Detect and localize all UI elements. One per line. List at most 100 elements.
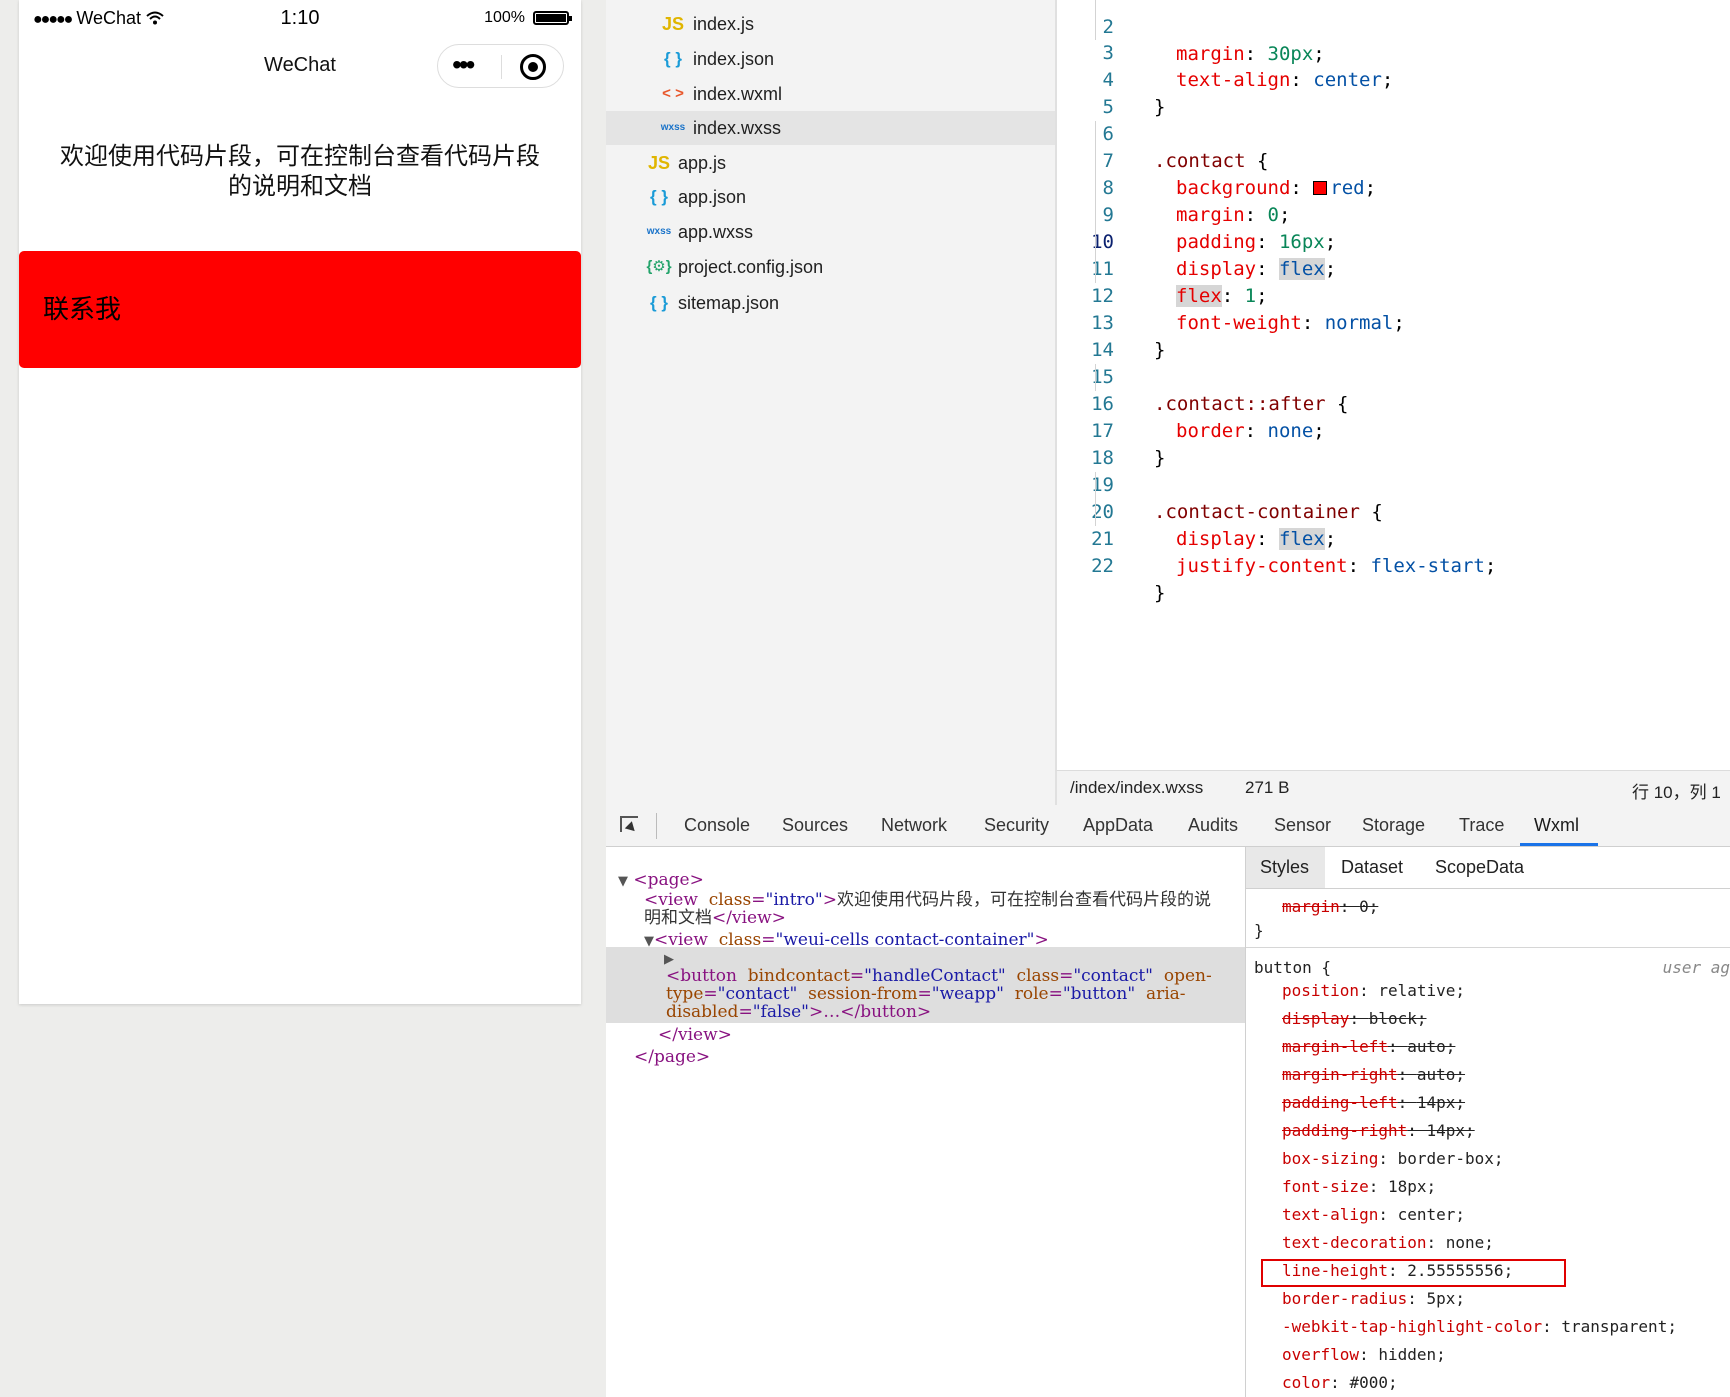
file-name: app.wxss bbox=[678, 222, 754, 242]
attr-name: aria- bbox=[1145, 984, 1186, 1004]
style-prop-struck[interactable]: margin-left: auto; bbox=[1282, 1037, 1455, 1057]
line-number: 22 bbox=[1091, 555, 1114, 577]
wxml-node-button[interactable]: <button bindcontact="handleContact" clas… bbox=[666, 967, 1212, 985]
styles-pane: Styles Dataset ScopeData margin: 0; } bu… bbox=[1245, 847, 1730, 1397]
code-line: 12 font-weight: normal; bbox=[1057, 256, 1730, 334]
attr-name: open- bbox=[1163, 966, 1212, 986]
target-icon[interactable] bbox=[520, 54, 546, 80]
rule-source: user ag bbox=[1662, 958, 1730, 977]
file-item-selected[interactable]: wxss index.wxss bbox=[606, 111, 1055, 145]
tab-console[interactable]: Console bbox=[684, 815, 750, 836]
tab-wxml[interactable]: Wxml bbox=[1534, 815, 1579, 836]
file-name: index.js bbox=[693, 14, 755, 34]
file-item[interactable]: { } app.json bbox=[606, 180, 1055, 214]
style-prop[interactable]: box-sizing: border-box; bbox=[1282, 1149, 1504, 1169]
inspect-element-icon[interactable] bbox=[620, 816, 638, 832]
file-item[interactable]: {⚙} project.config.json bbox=[606, 250, 1055, 284]
style-prop[interactable]: position: relative; bbox=[1282, 981, 1465, 1001]
style-prop[interactable]: overflow: hidden; bbox=[1282, 1345, 1446, 1365]
wxml-node-view-close: </view> bbox=[658, 1026, 732, 1044]
wxml-node-button-cont: disabled="false">…</button> bbox=[666, 1002, 932, 1022]
config-file-icon: {⚙} bbox=[646, 258, 672, 275]
wxml-node-container[interactable]: ▼<view class="weui-cells contact-contain… bbox=[644, 931, 1049, 951]
file-item[interactable]: JS app.js bbox=[606, 146, 1055, 180]
attr-name: session-from bbox=[808, 984, 918, 1004]
phone-simulator: ●●●●● WeChat 1:10 100% WeChat ••• 欢迎使用代码… bbox=[19, 0, 581, 1004]
style-prop[interactable]: text-align: center; bbox=[1282, 1205, 1465, 1225]
tab-audits[interactable]: Audits bbox=[1188, 815, 1238, 836]
indent-guide bbox=[1095, 121, 1096, 283]
contact-button[interactable]: 联系我 bbox=[19, 251, 581, 368]
wxml-node-button-cont: type="contact" session-from="weapp" role… bbox=[666, 984, 1186, 1004]
style-prop-struck[interactable]: padding-left: 14px; bbox=[1282, 1093, 1465, 1113]
style-prop[interactable]: -webkit-tap-highlight-color: transparent… bbox=[1282, 1317, 1677, 1337]
tag-text: </page> bbox=[634, 1047, 711, 1067]
file-name: index.json bbox=[693, 49, 775, 69]
subtab-dataset[interactable]: Dataset bbox=[1341, 857, 1403, 878]
file-tree: JS index.js { } index.json < > index.wxm… bbox=[606, 0, 1055, 805]
attr-value: "handleContact" bbox=[864, 966, 1006, 986]
attr-name: class bbox=[708, 890, 752, 910]
attr-name: disabled bbox=[666, 1002, 739, 1022]
file-item[interactable]: { } sitemap.json bbox=[606, 286, 1055, 320]
wxml-file-icon: < > bbox=[662, 85, 684, 102]
style-prop-struck[interactable]: margin: 0; bbox=[1282, 897, 1378, 917]
code-line: 18 bbox=[1057, 418, 1730, 469]
code-line: 20 display: flex; bbox=[1057, 472, 1730, 550]
js-file-icon: JS bbox=[647, 153, 671, 173]
style-prop[interactable]: text-decoration: none; bbox=[1282, 1233, 1494, 1253]
indent-guide bbox=[1095, 0, 1096, 40]
code-line: 21 justify-content: flex-start; bbox=[1057, 499, 1730, 577]
battery-icon bbox=[533, 11, 572, 25]
tab-trace[interactable]: Trace bbox=[1459, 815, 1504, 836]
attr-name: type bbox=[666, 984, 704, 1004]
prop-value: 0; bbox=[1359, 897, 1379, 916]
capsule-divider bbox=[501, 55, 502, 79]
tab-sources[interactable]: Sources bbox=[782, 815, 848, 836]
battery: 100% bbox=[484, 9, 572, 27]
file-item[interactable]: < > index.wxml bbox=[606, 77, 1055, 111]
attr-value: "false" bbox=[752, 1002, 809, 1022]
code-editor[interactable]: 2 margin: 30px; 3 text-align: center; 4 … bbox=[1055, 0, 1730, 770]
capsule-menu[interactable]: ••• bbox=[437, 44, 564, 88]
style-prop[interactable]: color: #000; bbox=[1282, 1373, 1398, 1393]
wxml-node-page-close: </page> bbox=[634, 1048, 710, 1066]
style-prop-struck[interactable]: padding-right: 14px; bbox=[1282, 1121, 1475, 1141]
code-line: 9 padding: 16px; bbox=[1057, 175, 1730, 253]
attr-name: role bbox=[1014, 984, 1049, 1004]
tab-appdata[interactable]: AppData bbox=[1083, 815, 1153, 836]
subtab-scopedata[interactable]: ScopeData bbox=[1435, 857, 1524, 878]
wxml-node-intro[interactable]: <view class="intro">欢迎使用代码片段，可在控制台查看代码片段… bbox=[644, 891, 1211, 909]
file-item[interactable]: JS index.js bbox=[606, 7, 1055, 41]
code-line: 5 bbox=[1057, 67, 1730, 118]
expand-triangle-icon[interactable]: ▼ bbox=[644, 934, 654, 949]
more-icon[interactable]: ••• bbox=[452, 51, 475, 79]
tab-storage[interactable]: Storage bbox=[1362, 815, 1425, 836]
code-line: 16 border: none; bbox=[1057, 364, 1730, 442]
attr-value: "weapp" bbox=[931, 984, 1004, 1004]
tab-sensor[interactable]: Sensor bbox=[1274, 815, 1331, 836]
rule-selector: button { bbox=[1254, 958, 1332, 977]
style-prop-struck[interactable]: display: block; bbox=[1282, 1009, 1427, 1029]
expand-triangle-icon[interactable]: ▼ bbox=[618, 874, 628, 889]
file-path: /index/index.wxss bbox=[1070, 778, 1204, 797]
attr-value: "weui-cells contact-container" bbox=[775, 930, 1035, 950]
file-item[interactable]: { } index.json bbox=[606, 42, 1055, 76]
tab-network[interactable]: Network bbox=[881, 815, 947, 836]
tab-security[interactable]: Security bbox=[984, 815, 1049, 836]
json-file-icon: { } bbox=[650, 293, 668, 312]
code-line: 22 } bbox=[1057, 526, 1730, 604]
wxml-node-page[interactable]: ▼ <page> bbox=[618, 871, 704, 891]
style-prop[interactable]: border-radius: 5px; bbox=[1282, 1289, 1465, 1309]
wxml-tree[interactable]: ▼ <page> <view class="intro">欢迎使用代码片段，可在… bbox=[606, 847, 1245, 1397]
editor-status-bar: /index/index.wxss 271 B 行 10，列 1 bbox=[1055, 770, 1730, 805]
wxss-file-icon: wxss bbox=[660, 122, 686, 133]
attr-name: bindcontact bbox=[747, 966, 850, 986]
subtab-styles[interactable]: Styles bbox=[1260, 857, 1309, 878]
style-prop[interactable]: font-size: 18px; bbox=[1282, 1177, 1436, 1197]
code-line: 13 } bbox=[1057, 283, 1730, 361]
code-line: 8 margin: 0; bbox=[1057, 148, 1730, 226]
file-item[interactable]: wxss app.wxss bbox=[606, 215, 1055, 249]
style-prop-struck[interactable]: margin-right: auto; bbox=[1282, 1065, 1465, 1085]
battery-percent: 100% bbox=[484, 9, 525, 26]
